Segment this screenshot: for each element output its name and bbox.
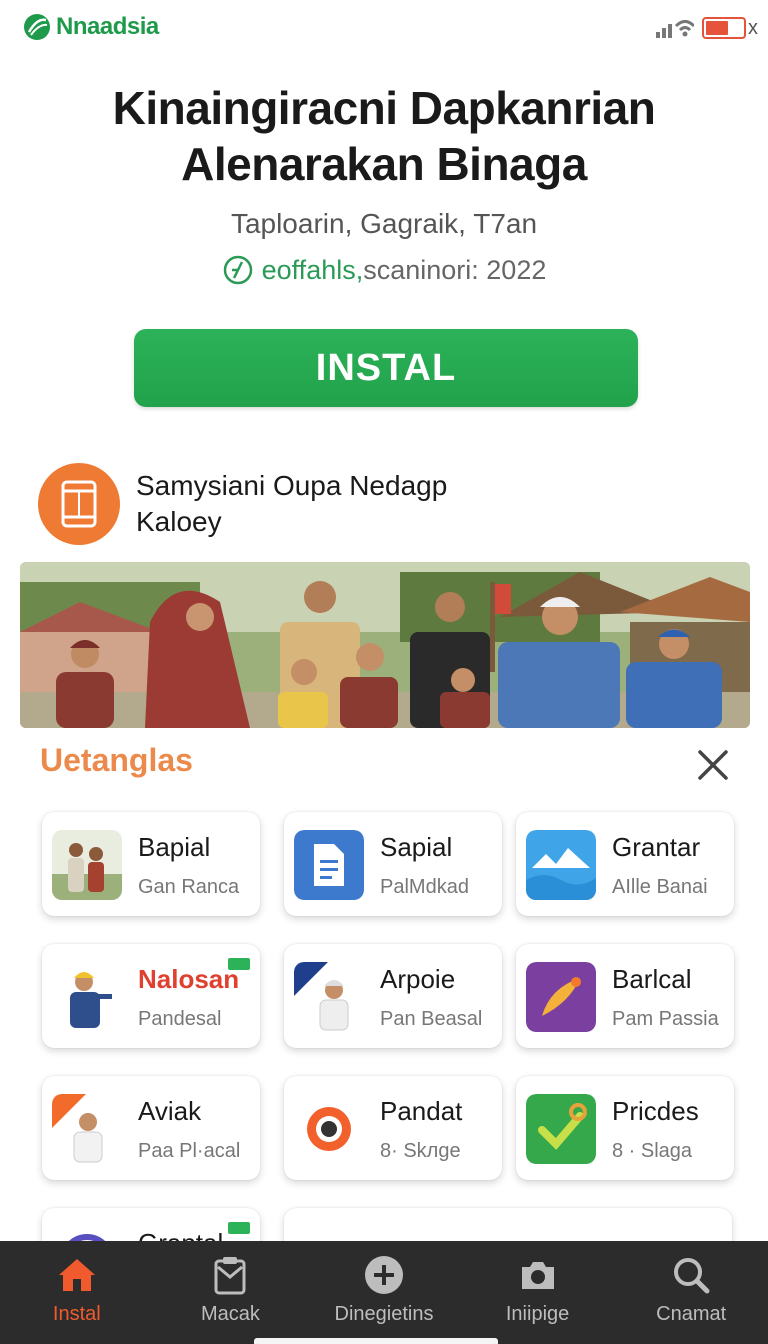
nav-label: Iniipige bbox=[505, 1303, 570, 1325]
app-card-meta: Pan Beasal bbox=[380, 1008, 483, 1030]
app-card-meta: Paa Pl·acal bbox=[138, 1140, 241, 1162]
battery-indicator: x bbox=[702, 17, 758, 40]
app-card[interactable]: Pricdes 8 · Slaga bbox=[516, 1076, 734, 1180]
developer-avatar bbox=[38, 463, 120, 545]
app-card-name: Grantar bbox=[612, 832, 701, 862]
app-title: Kinaingiracni Dapkanrian Alenarakan Bina… bbox=[0, 80, 768, 192]
app-card-meta: Pandesal bbox=[138, 1008, 222, 1030]
app-card[interactable]: Aviak Paa Pl·acal bbox=[42, 1076, 260, 1180]
app-card-meta: 8· Skлge bbox=[380, 1140, 461, 1162]
compass-icon bbox=[223, 255, 252, 285]
app-card-name: Pandat bbox=[380, 1096, 463, 1126]
nav-item-iniipige[interactable]: Iniipige bbox=[461, 1241, 615, 1344]
app-card[interactable]: Bapial Gan Ranca bbox=[42, 812, 260, 916]
app-card-name: Aviak bbox=[138, 1096, 202, 1126]
similar-apps-sheet: Uetanglas Bapial Gan Ranca Sapial PalMdk… bbox=[0, 728, 768, 1312]
app-card-meta: AIlle Banai bbox=[612, 876, 708, 898]
document-icon bbox=[294, 830, 364, 900]
app-card-name: Arpoie bbox=[380, 964, 456, 994]
developer-name: Samysiani Oupa Nedagp Kaloey bbox=[136, 468, 447, 540]
child-photo-icon bbox=[52, 1094, 122, 1164]
nav-label: Macak bbox=[200, 1303, 260, 1325]
battery-level bbox=[706, 21, 728, 35]
app-subtitle: Taploarin, Gagraik, T7an bbox=[230, 208, 538, 239]
nav-item-dinegietins[interactable]: Dinegietins bbox=[307, 1241, 461, 1344]
app-card[interactable]: Pandat 8· Skлge bbox=[284, 1076, 502, 1180]
status-bar: Nnaadsia x bbox=[0, 0, 768, 60]
search-icon bbox=[674, 1258, 710, 1294]
plus-circle-icon bbox=[364, 1256, 403, 1294]
people-photo-icon bbox=[52, 830, 122, 900]
nav-item-macak[interactable]: Macak bbox=[154, 1241, 308, 1344]
app-meta-rest: scaninori: 2022 bbox=[363, 254, 547, 285]
app-card-name: Barlcal bbox=[612, 964, 692, 994]
phone-icon bbox=[61, 480, 97, 528]
nav-label: Instal bbox=[52, 1303, 101, 1325]
battery-icon bbox=[702, 17, 746, 39]
brand: Nnaadsia bbox=[22, 12, 159, 42]
close-icon[interactable] bbox=[696, 748, 730, 782]
app-card-meta: Gan Ranca bbox=[138, 876, 240, 898]
landscape-icon bbox=[526, 830, 596, 900]
home-icon bbox=[58, 1259, 95, 1291]
comet-icon bbox=[526, 962, 596, 1032]
check-icon bbox=[526, 1094, 596, 1164]
app-meta-highlight: eoffahls, bbox=[261, 254, 364, 285]
bottom-navigation: Instal Macak Dinegietins Iniipige Cnamat bbox=[0, 1241, 768, 1344]
app-card-name: Sapial bbox=[380, 832, 453, 862]
app-card-name: Pricdes bbox=[612, 1096, 699, 1126]
nav-item-instal[interactable]: Instal bbox=[0, 1241, 154, 1344]
app-card-badge bbox=[228, 1222, 250, 1234]
brand-name: Nnaadsia bbox=[56, 13, 159, 40]
home-indicator[interactable] bbox=[254, 1338, 498, 1344]
status-icons: x bbox=[656, 16, 758, 40]
battery-x-glyph: x bbox=[748, 16, 758, 39]
nav-item-cnamat[interactable]: Cnamat bbox=[614, 1241, 768, 1344]
developer-line1: Samysiani Oupa Nedagp bbox=[136, 470, 448, 501]
worker-photo-icon bbox=[52, 962, 122, 1032]
clipboard-icon bbox=[214, 1257, 246, 1295]
app-meta: eoffahls,scaninori: 2022 bbox=[0, 254, 768, 286]
app-card[interactable]: Sapial PalMdkad bbox=[284, 812, 502, 916]
sheet-title: Uetanglas bbox=[40, 742, 193, 778]
app-card-meta: PalMdkad bbox=[380, 876, 469, 898]
nav-label: Dinegietins bbox=[334, 1303, 434, 1325]
install-button[interactable]: INSTAL bbox=[134, 329, 638, 407]
app-card[interactable]: Grantar AIlle Banai bbox=[516, 812, 734, 916]
promo-banner-image bbox=[20, 562, 750, 728]
developer-row[interactable]: Samysiani Oupa Nedagp Kaloey bbox=[38, 463, 447, 545]
app-card[interactable]: Nalosan Pandesal bbox=[42, 944, 260, 1048]
app-header: Kinaingiracni Dapkanrian Alenarakan Bina… bbox=[0, 80, 768, 286]
app-card-meta: Pam Passia bbox=[612, 1008, 719, 1030]
app-card-name: Nalosan bbox=[138, 964, 240, 994]
leaf-logo-icon bbox=[24, 14, 50, 40]
record-icon bbox=[294, 1094, 364, 1164]
developer-line2: Kaloey bbox=[136, 506, 222, 537]
nav-label: Cnamat bbox=[656, 1303, 727, 1325]
child-photo-icon bbox=[294, 962, 364, 1032]
app-card-meta: 8 · Slaga bbox=[612, 1140, 693, 1162]
app-card-name: Bapial bbox=[138, 832, 211, 862]
app-title-line1: Kinaingiracni Dapkanrian bbox=[112, 82, 656, 134]
app-card[interactable]: Barlcal Pam Passia bbox=[516, 944, 734, 1048]
camera-icon bbox=[521, 1262, 554, 1289]
app-card[interactable]: Arpoie Pan Beasal bbox=[284, 944, 502, 1048]
signal-wifi-icon bbox=[656, 20, 694, 38]
app-title-line2: Alenarakan Binaga bbox=[181, 138, 587, 190]
